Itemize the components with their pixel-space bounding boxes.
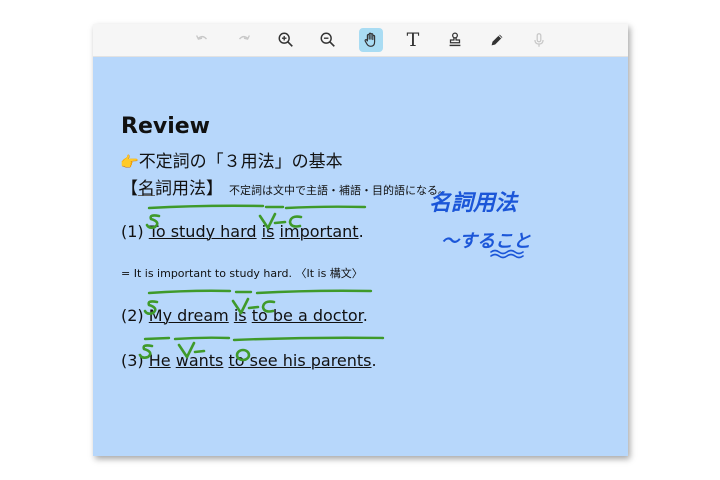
zoom-out-icon (320, 32, 335, 47)
redo-icon (238, 35, 251, 40)
zoom-in-icon (278, 32, 293, 47)
note-canvas[interactable]: Review 👉不定詞の「３用法」の基本 【名詞用法】 不定詞は文中で主語・補語・… (93, 57, 628, 456)
s2-complement-underline (255, 289, 373, 295)
s3-v-mark (177, 341, 206, 359)
note-window: T Review 👉不定詞の「３用法」の基本 【名詞用法】 不定詞は文中で主語・補… (93, 24, 628, 456)
s3-s-mark (138, 344, 154, 359)
s3-verb-underline (173, 336, 231, 341)
s1-s-mark (145, 214, 161, 229)
s1-subject-underline (147, 204, 265, 210)
handwritten-meaning: 〜すること (441, 231, 531, 252)
hand-tool-button[interactable] (359, 28, 383, 52)
zoom-out-button[interactable] (316, 28, 340, 52)
s3-o-mark (235, 348, 251, 362)
hand-icon (364, 32, 376, 47)
blue-handwriting: 名詞用法 〜すること (429, 190, 531, 259)
s2-c-mark (261, 300, 276, 313)
s2-v-mark (231, 297, 260, 315)
handwritten-heading: 名詞用法 (429, 190, 519, 216)
s1-complement-underline (284, 205, 367, 210)
s1-c-mark (288, 215, 303, 228)
microphone-icon (534, 33, 544, 47)
undo-icon (195, 35, 208, 40)
redo-button[interactable] (232, 28, 256, 52)
wavy-underline-2 (490, 253, 524, 259)
s2-subject-underline (147, 289, 232, 295)
undo-button[interactable] (190, 28, 214, 52)
s2-s-mark (143, 300, 159, 315)
pen-icon (491, 34, 503, 46)
s3-object-underline (232, 336, 385, 342)
text-icon: T (406, 29, 420, 51)
toolbar: T (93, 24, 628, 57)
stamp-icon (449, 32, 461, 47)
handwriting-layer: 名詞用法 〜すること (138, 190, 531, 362)
zoom-in-button[interactable] (274, 28, 298, 52)
stamp-tool-button[interactable] (443, 28, 467, 52)
s3-subject-underline (143, 336, 171, 341)
microphone-button[interactable] (527, 28, 551, 52)
green-underlines (143, 204, 385, 342)
text-tool-button[interactable]: T (401, 28, 425, 52)
s1-v-mark (258, 212, 287, 230)
pen-tool-button[interactable] (485, 28, 509, 52)
